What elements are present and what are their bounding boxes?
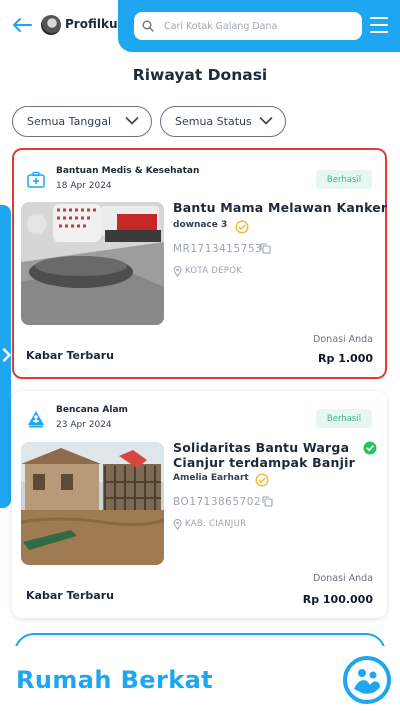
copy-icon[interactable]: [262, 496, 273, 507]
donation-label: Donasi Anda: [313, 334, 373, 345]
brand-logo-text: Rumah Berkat: [16, 666, 214, 694]
location-pin-icon: [173, 519, 182, 530]
campaign-image[interactable]: [21, 442, 164, 565]
status-filter-label: Semua Status: [175, 115, 252, 128]
search-input[interactable]: [164, 20, 354, 32]
verified-check-icon: [363, 441, 377, 455]
menu-line: [370, 17, 388, 19]
campaign-title-line-2[interactable]: Cianjur terdampak Banjir: [173, 455, 355, 470]
chevron-down-icon: [259, 117, 273, 125]
organizer-name: Amelia Earhart: [173, 473, 249, 483]
category-label: Bantuan Medis & Kesehatan: [56, 166, 200, 176]
medical-kit-icon: [27, 171, 45, 188]
campaign-photo: [21, 202, 164, 325]
page-title: Riwayat Donasi: [132, 66, 268, 84]
avatar[interactable]: [41, 15, 61, 35]
date-filter-label: Semua Tanggal: [27, 115, 112, 128]
campaign-title[interactable]: Bantu Mama Melawan Kanker: [173, 200, 387, 215]
transaction-code: MR1713415753: [173, 243, 263, 255]
back-button[interactable]: [10, 14, 34, 36]
status-filter-dropdown[interactable]: Semua Status: [160, 106, 286, 137]
arrow-left-icon: [13, 18, 32, 32]
verified-icon: [255, 473, 269, 487]
verified-icon: [235, 220, 249, 234]
hamburger-menu-button[interactable]: [370, 17, 388, 33]
disaster-icon: [28, 411, 44, 428]
campaign-location: KAB. CIANJUR: [185, 519, 247, 529]
campaign-photo: [21, 442, 164, 565]
copy-icon[interactable]: [260, 243, 271, 254]
latest-news-link[interactable]: Kabar Terbaru: [26, 589, 114, 602]
organizer-name: downace 3: [173, 220, 228, 230]
donation-label: Donasi Anda: [313, 573, 373, 584]
menu-line: [370, 24, 388, 26]
chevron-right-icon[interactable]: [2, 348, 12, 362]
donation-date: 23 Apr 2024: [56, 420, 112, 430]
donation-date: 18 Apr 2024: [56, 181, 112, 191]
search-box[interactable]: [134, 12, 362, 40]
profile-link[interactable]: Profilku: [65, 17, 118, 31]
menu-line: [370, 31, 388, 33]
donation-amount: Rp 1.000: [318, 352, 373, 365]
location-pin-icon: [173, 266, 182, 277]
search-icon: [142, 20, 154, 32]
chevron-down-icon: [125, 117, 139, 125]
campaign-location: KOTA DEPOK: [185, 266, 243, 276]
status-badge: Berhasil: [316, 409, 372, 428]
date-filter-dropdown[interactable]: Semua Tanggal: [12, 106, 152, 137]
latest-news-link[interactable]: Kabar Terbaru: [26, 349, 114, 362]
status-badge: Berhasil: [316, 170, 372, 189]
campaign-title-line-1[interactable]: Solidaritas Bantu Warga: [173, 440, 349, 455]
brand-logo-icon[interactable]: [342, 655, 392, 705]
campaign-image[interactable]: [21, 202, 164, 325]
category-label: Bencana Alam: [56, 405, 128, 415]
donation-amount: Rp 100.000: [302, 593, 373, 606]
transaction-code: BO1713865702: [173, 496, 262, 508]
